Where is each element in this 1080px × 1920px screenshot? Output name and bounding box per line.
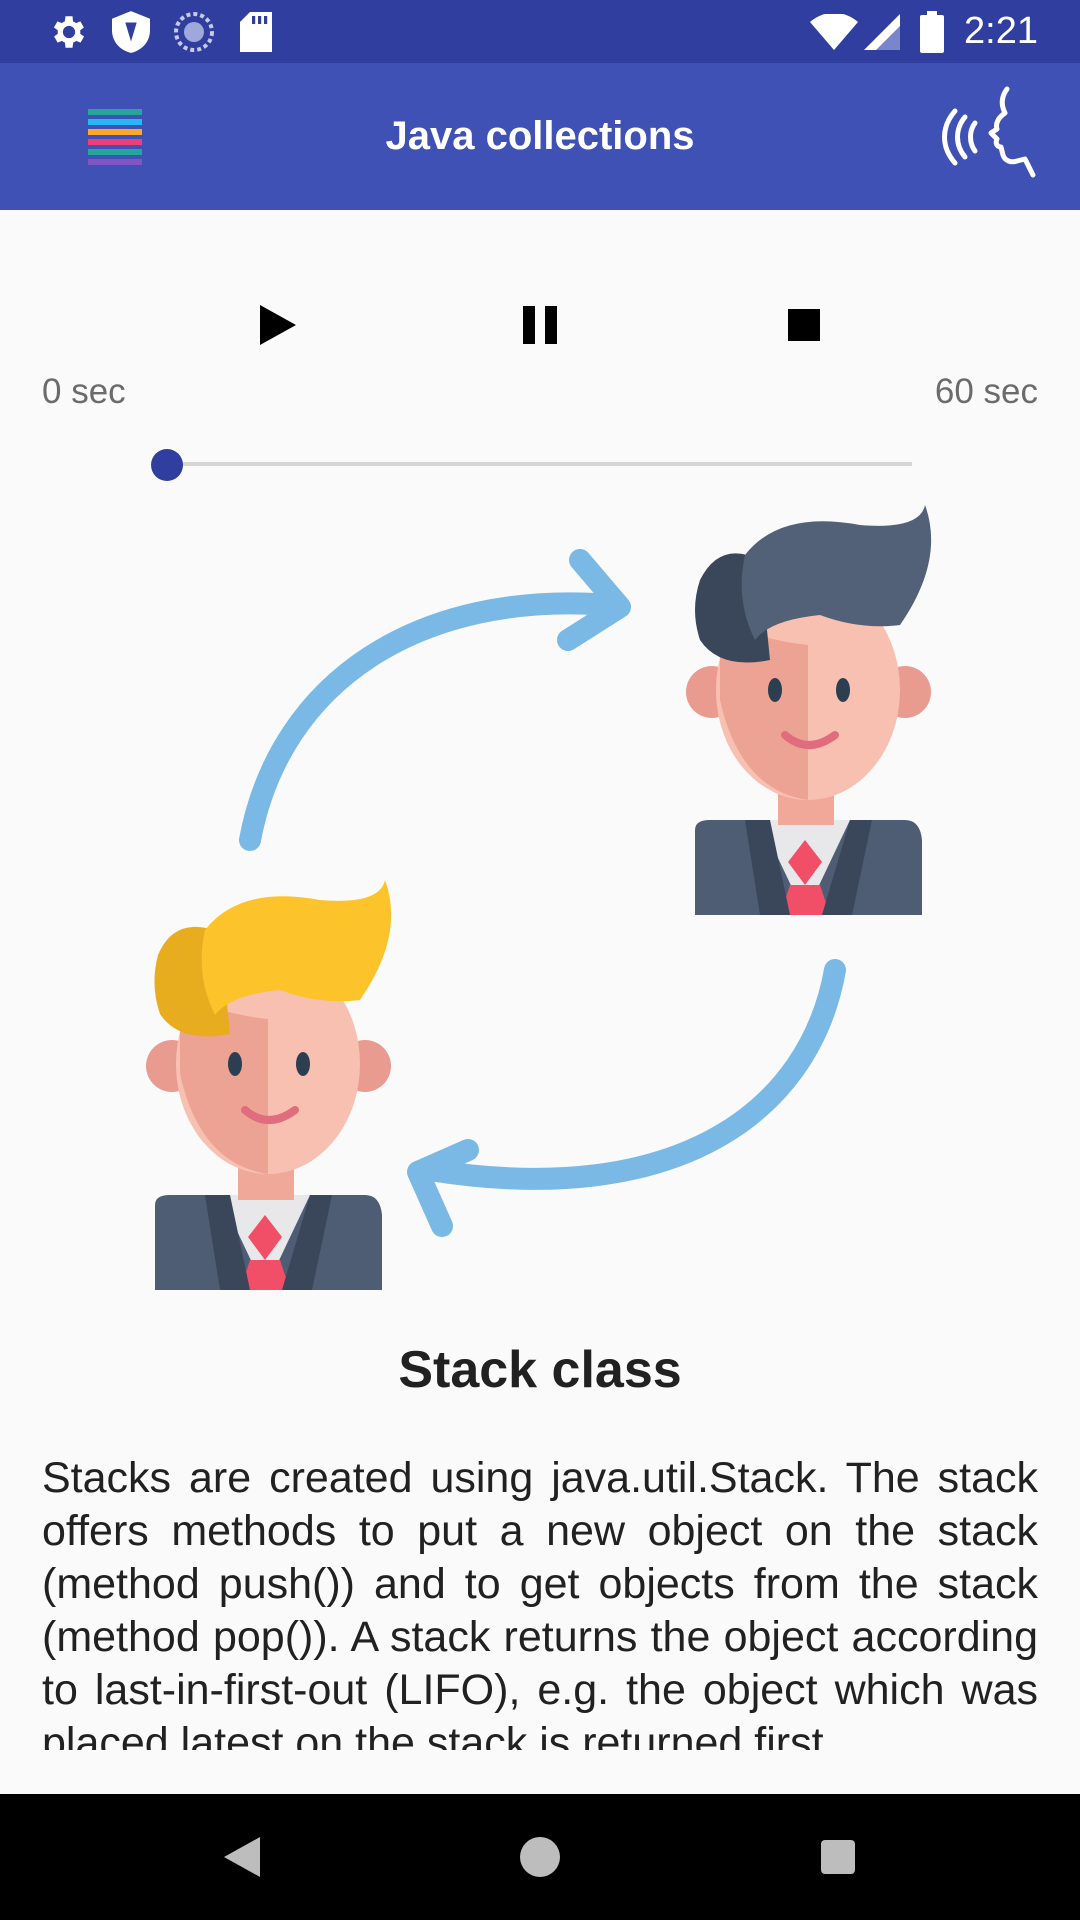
clock: 2:21 [964,10,1038,52]
app-title: Java collections [385,114,695,158]
recents-icon [821,1840,855,1874]
pause-icon [523,306,557,344]
person-left [146,880,392,1290]
app-bar: Java collections [0,63,1080,210]
sync-icon [174,0,214,63]
home-icon [520,1837,560,1877]
sd-card-icon [240,0,272,63]
section-body: Stacks are created using java.util.Stack… [42,1454,1038,1750]
battery-icon [920,0,944,63]
stack-illustration [146,505,932,1290]
stop-button[interactable] [769,290,839,360]
gear-icon [48,0,90,63]
end-time-label: 60 sec [934,372,1038,411]
voice-speak-icon [942,86,1036,178]
section-heading: Stack class [398,1341,682,1399]
stop-icon [788,309,820,341]
navigation-bar [0,1794,1080,1920]
wifi-icon [810,0,858,63]
recents-button[interactable] [808,1827,868,1887]
pause-button[interactable] [505,290,575,360]
signal-icon [864,0,900,63]
seek-thumb[interactable] [151,449,183,481]
arrow-bottom [407,959,846,1237]
player-controls [0,270,1080,380]
play-icon [260,305,296,345]
shield-icon [112,0,150,63]
voice-button[interactable] [935,83,1055,193]
back-button[interactable] [212,1827,272,1887]
arrow-top [239,549,631,851]
status-bar: 2:21 [0,0,1080,63]
back-icon [224,1837,260,1877]
start-time-label: 0 sec [42,372,126,411]
person-right [686,505,932,915]
seek-bar[interactable] [168,462,912,466]
home-button[interactable] [510,1827,570,1887]
play-button[interactable] [243,290,313,360]
